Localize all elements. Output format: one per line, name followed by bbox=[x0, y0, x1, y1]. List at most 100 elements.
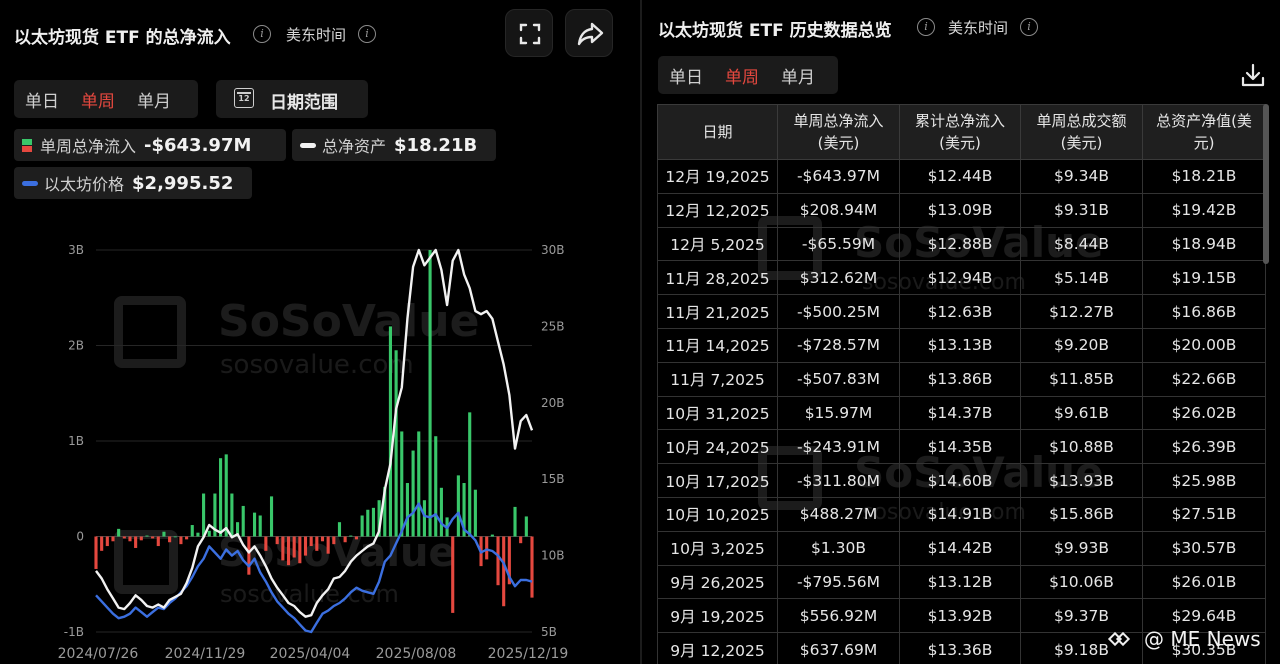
table-row[interactable]: 10月 24,2025 -$243.91M $14.35B $10.88B $26.39… bbox=[657, 429, 1266, 465]
x-tick-label: 2024/11/29 bbox=[165, 646, 246, 662]
cell-cumulative-netflow: $14.35B bbox=[899, 429, 1021, 465]
cell-cumulative-netflow: $14.37B bbox=[899, 395, 1021, 431]
netflow-chart-panel: 以太坊现货 ETF 的总净流入 i 美东时间 i 单日 单周 单月 12 日期范… bbox=[0, 0, 640, 664]
netflow-bar bbox=[162, 531, 166, 537]
netflow-bar bbox=[451, 536, 455, 613]
tab-weekly[interactable]: 单周 bbox=[714, 63, 770, 88]
table-row[interactable]: 9月 26,2025 -$795.56M $13.12B $10.06B $26.01B bbox=[657, 564, 1266, 600]
legend-price[interactable]: 以太坊价格 $2,995.52 bbox=[14, 167, 252, 199]
table-row[interactable]: 11月 28,2025 $312.62M $12.94B $5.14B $19.15B bbox=[657, 260, 1266, 296]
date-range-button[interactable]: 12 日期范围 bbox=[216, 80, 368, 118]
tab-daily[interactable]: 单日 bbox=[14, 87, 70, 112]
netflow-bar bbox=[473, 489, 477, 537]
info-icon[interactable]: i bbox=[1020, 18, 1038, 36]
cell-nav: $30.57B bbox=[1142, 530, 1266, 566]
cell-date: 11月 7,2025 bbox=[657, 361, 778, 397]
netflow-bar bbox=[202, 493, 206, 537]
col-weekly-volume[interactable]: 单周总成交额 (美元) bbox=[1020, 104, 1143, 160]
table-row[interactable]: 10月 31,2025 $15.97M $14.37B $9.61B $26.02B bbox=[657, 395, 1266, 431]
netflow-chart[interactable]: -1B 0 1B 2B 3B 5B 10B 15B 20B 25B 30B 2024/07/26 202… bbox=[0, 230, 640, 664]
table-row[interactable]: 10月 3,2025 $1.30B $14.42B $9.93B $30.57B bbox=[657, 530, 1266, 566]
netflow-bar bbox=[513, 506, 517, 537]
cell-cumulative-netflow: $12.44B bbox=[899, 159, 1021, 194]
info-icon[interactable]: i bbox=[358, 25, 376, 43]
table-row[interactable]: 12月 5,2025 -$65.59M $12.88B $8.44B $18.94B bbox=[657, 226, 1266, 262]
info-icon[interactable]: i bbox=[917, 18, 935, 36]
y-right-tick-label: 20B bbox=[541, 396, 565, 410]
cell-cumulative-netflow: $13.13B bbox=[899, 327, 1021, 363]
netflow-bar bbox=[343, 536, 347, 543]
netflow-bar bbox=[286, 536, 291, 566]
netflow-bar bbox=[411, 450, 415, 537]
netflow-bar bbox=[139, 536, 143, 541]
cell-cumulative-netflow: $14.42B bbox=[899, 530, 1021, 566]
tab-monthly[interactable]: 单月 bbox=[126, 87, 182, 112]
history-panel: 以太坊现货 ETF 历史数据总览 i 美东时间 i 单日 单周 单月 SoSoV… bbox=[642, 0, 1280, 664]
netflow-bar bbox=[224, 454, 228, 537]
table-row[interactable]: 10月 17,2025 -$311.80M $14.60B $13.93B $25.98… bbox=[657, 463, 1266, 498]
netflow-bar bbox=[405, 483, 409, 537]
table-row[interactable]: 12月 12,2025 $208.94M $13.09B $9.31B $19.42B bbox=[657, 192, 1266, 228]
netflow-bar bbox=[428, 250, 432, 537]
table-row[interactable]: 11月 21,2025 -$500.25M $12.63B $12.27B $16.86… bbox=[657, 294, 1266, 329]
source-badge: @ ME News bbox=[1107, 622, 1276, 656]
assets-swatch bbox=[300, 142, 316, 148]
download-icon[interactable] bbox=[1240, 62, 1266, 88]
netflow-bar bbox=[354, 536, 359, 540]
cell-weekly-netflow: -$65.59M bbox=[777, 226, 900, 262]
cell-nav: $27.51B bbox=[1142, 496, 1266, 532]
netflow-bar bbox=[315, 536, 319, 551]
cell-weekly-volume: $12.27B bbox=[1020, 294, 1143, 329]
netflow-bar bbox=[485, 536, 489, 560]
cell-date: 9月 12,2025 bbox=[657, 632, 778, 664]
share-button[interactable] bbox=[565, 9, 613, 57]
tab-daily[interactable]: 单日 bbox=[658, 63, 714, 88]
netflow-bar bbox=[145, 535, 149, 537]
calendar-icon: 12 bbox=[234, 88, 254, 108]
cell-cumulative-netflow: $14.60B bbox=[899, 463, 1021, 498]
legend-netflow[interactable]: 单周总净流入 -$643.97M bbox=[14, 129, 286, 161]
cell-weekly-volume: $15.86B bbox=[1020, 496, 1143, 532]
cell-weekly-netflow: $312.62M bbox=[777, 260, 900, 296]
cell-cumulative-netflow: $13.12B bbox=[899, 564, 1021, 600]
legend-price-label: 以太坊价格 bbox=[44, 175, 125, 194]
cell-cumulative-netflow: $13.86B bbox=[899, 361, 1021, 397]
fullscreen-button[interactable] bbox=[505, 9, 553, 57]
legend-assets-value: $18.21B bbox=[394, 134, 478, 156]
legend-netflow-value: -$643.97M bbox=[144, 134, 252, 156]
legend-netflow-label: 单周总净流入 bbox=[40, 137, 137, 156]
col-nav[interactable]: 总资产净值(美 元) bbox=[1142, 104, 1266, 160]
table-row[interactable]: 11月 14,2025 -$728.57M $13.13B $9.20B $20.00B bbox=[657, 327, 1266, 363]
netflow-bar bbox=[128, 536, 132, 542]
y-left-tick-label: 2B bbox=[68, 339, 84, 353]
table-row[interactable]: 12月 19,2025 -$643.97M $12.44B $9.34B $18.21B bbox=[657, 159, 1266, 194]
table-row[interactable]: 10月 10,2025 $488.27M $14.91B $15.86B $27.51B bbox=[657, 496, 1266, 532]
col-cumulative-netflow[interactable]: 累计总净流入 (美元) bbox=[899, 104, 1021, 160]
cell-date: 10月 10,2025 bbox=[657, 496, 778, 532]
table-scrollbar[interactable] bbox=[1263, 104, 1269, 264]
cell-date: 11月 21,2025 bbox=[657, 294, 778, 329]
netflow-bar bbox=[360, 515, 364, 537]
netflow-bar bbox=[179, 536, 183, 545]
source-badge-label: @ ME News bbox=[1144, 627, 1261, 651]
col-date[interactable]: 日期 bbox=[657, 104, 778, 160]
netflow-bar bbox=[292, 536, 296, 558]
legend-assets-label: 总净资产 bbox=[322, 137, 387, 156]
netflow-bar bbox=[303, 536, 308, 556]
tab-weekly[interactable]: 单周 bbox=[70, 87, 126, 112]
netflow-bar bbox=[168, 536, 172, 543]
share-icon bbox=[577, 22, 604, 46]
legend-assets[interactable]: 总净资产 $18.21B bbox=[292, 129, 496, 161]
history-table: 日期 单周总净流入 (美元) 累计总净流入 (美元) 单周总成交额 (美元) 总… bbox=[657, 104, 1266, 664]
x-tick-label: 2025/08/08 bbox=[376, 646, 457, 662]
table-row[interactable]: 11月 7,2025 -$507.83M $13.86B $11.85B $22.66B bbox=[657, 361, 1266, 397]
cell-nav: $19.15B bbox=[1142, 260, 1266, 296]
netflow-bar bbox=[247, 536, 251, 575]
col-weekly-netflow[interactable]: 单周总净流入 (美元) bbox=[777, 104, 900, 160]
netflow-bar bbox=[519, 536, 523, 544]
cell-weekly-netflow: $208.94M bbox=[777, 192, 900, 228]
cell-nav: $26.39B bbox=[1142, 429, 1266, 465]
netflow-bar bbox=[230, 493, 234, 537]
info-icon[interactable]: i bbox=[253, 25, 271, 43]
tab-monthly[interactable]: 单月 bbox=[770, 63, 826, 88]
